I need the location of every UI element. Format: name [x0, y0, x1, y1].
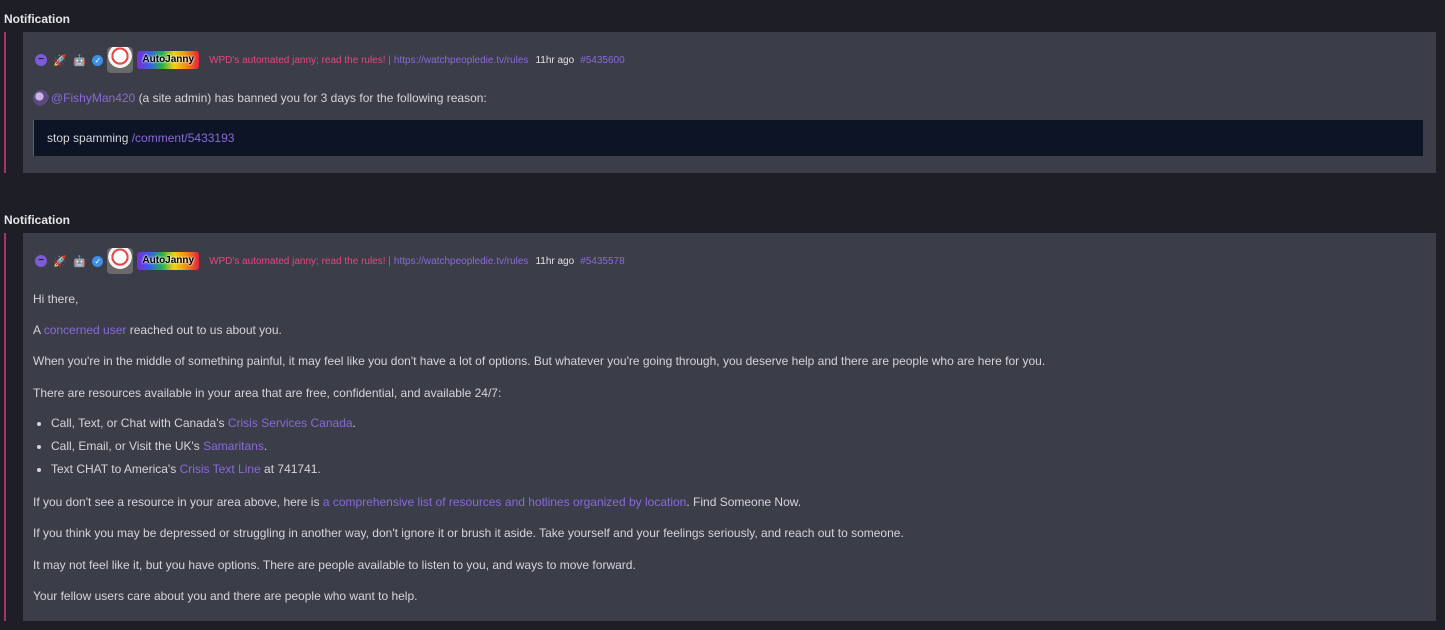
username-badge[interactable]: AutoJanny [137, 252, 200, 270]
robot-icon: 🤖 [72, 255, 87, 268]
rules-link[interactable]: https://watchpeopledie.tv/rules [394, 256, 529, 267]
resource-text: Call, Text, or Chat with Canada's [51, 416, 225, 430]
list-item: Call, Email, or Visit the UK's Samaritan… [51, 435, 356, 458]
ban-reason-quote: stop spamming /comment/5433193 [33, 120, 1423, 156]
paragraph: A concerned user reached out to us about… [33, 323, 282, 337]
ban-message-text: (a site admin) has banned you for 3 days… [138, 91, 487, 105]
crisis-services-canada-link[interactable]: Crisis Services Canada [228, 416, 353, 430]
resource-text: Call, Email, or Visit the UK's [51, 439, 200, 453]
concerned-user-link[interactable]: concerned user [44, 323, 127, 337]
greeting: Hi there, [33, 292, 79, 306]
user-flair: WPD's automated janny; read the rules! | [209, 255, 391, 267]
paragraph: If you think you may be depressed or str… [33, 526, 904, 540]
notification-card: − 🚀 🤖 ✓ AutoJanny WPD's automated janny;… [23, 32, 1436, 173]
verified-icon: ✓ [92, 54, 104, 66]
minus-circle-icon[interactable]: − [35, 54, 47, 66]
username-badge[interactable]: AutoJanny [137, 51, 200, 69]
timestamp: 11hr ago [535, 255, 575, 267]
list-item: Call, Text, or Chat with Canada's Crisis… [51, 412, 356, 435]
resource-text: Text CHAT to America's [51, 462, 177, 476]
robot-icon: 🤖 [72, 54, 87, 67]
resource-post: . [352, 416, 356, 430]
resources-list-link[interactable]: a comprehensive list of resources and ho… [323, 495, 687, 509]
admin-avatar[interactable] [33, 90, 49, 106]
notification-rail [4, 32, 6, 173]
resource-post: . [263, 439, 268, 453]
p1-post: reached out to us about you. [129, 323, 282, 337]
paragraph: When you're in the middle of something p… [33, 354, 1046, 368]
admin-mention-link[interactable]: @FishyMan420 [51, 91, 135, 105]
notification-heading: Notification [4, 213, 70, 227]
notification-heading: Notification [4, 12, 70, 26]
comment-id-link[interactable]: #5435578 [580, 256, 625, 267]
notification-card: − 🚀 🤖 ✓ AutoJanny WPD's automated janny;… [23, 233, 1436, 621]
p4-pre: If you don't see a resource in your area… [33, 495, 320, 509]
timestamp: 11hr ago [535, 54, 575, 66]
comment-meta: − 🚀 🤖 ✓ AutoJanny WPD's automated janny;… [35, 246, 625, 276]
paragraph: There are resources available in your ar… [33, 386, 502, 400]
p4-post: . Find Someone Now. [686, 495, 802, 509]
p1-pre: A [33, 323, 41, 337]
crisis-text-line-link[interactable]: Crisis Text Line [180, 462, 261, 476]
avatar[interactable] [107, 47, 134, 73]
resources-list: Call, Text, or Chat with Canada's Crisis… [33, 412, 356, 481]
paragraph: It may not feel like it, but you have op… [33, 558, 636, 572]
resource-post: at 741741. [264, 462, 321, 476]
comment-link[interactable]: /comment/5433193 [132, 131, 235, 145]
user-flair: WPD's automated janny; read the rules! | [209, 54, 391, 66]
comment-meta: − 🚀 🤖 ✓ AutoJanny WPD's automated janny;… [35, 45, 625, 75]
notification-rail [4, 233, 6, 621]
paragraph: Your fellow users care about you and the… [33, 589, 418, 603]
avatar[interactable] [107, 248, 134, 274]
quote-text: stop spamming [47, 131, 129, 145]
samaritans-link[interactable]: Samaritans [203, 439, 264, 453]
rocket-icon: 🚀 [53, 255, 67, 268]
comment-id-link[interactable]: #5435600 [580, 55, 625, 66]
rocket-icon: 🚀 [53, 54, 67, 67]
minus-circle-icon[interactable]: − [35, 255, 47, 267]
paragraph: If you don't see a resource in your area… [33, 495, 801, 509]
rules-link[interactable]: https://watchpeopledie.tv/rules [394, 55, 529, 66]
verified-icon: ✓ [92, 255, 104, 267]
list-item: Text CHAT to America's Crisis Text Line … [51, 458, 356, 481]
ban-message: @FishyMan420 (a site admin) has banned y… [33, 90, 487, 106]
